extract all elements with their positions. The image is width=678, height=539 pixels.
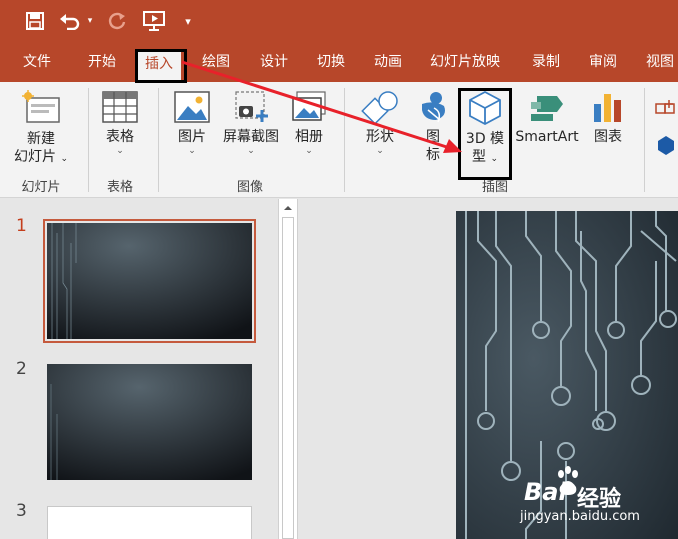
watermark-url: jingyan.baidu.com: [520, 509, 640, 524]
annotation-arrow: [181, 60, 462, 153]
